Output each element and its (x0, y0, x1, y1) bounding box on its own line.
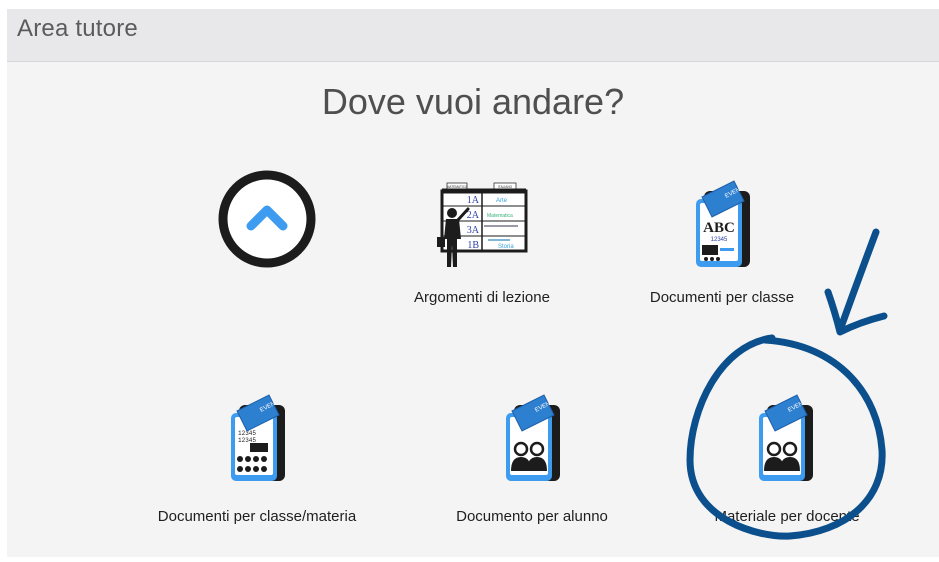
board-row-3: 3A (467, 225, 480, 236)
tile-back-up[interactable] (212, 164, 322, 274)
card-numbers: 12345 (711, 237, 728, 243)
card-numbers-2: 12345 (238, 437, 256, 444)
app-frame: Area tutore Dove vuoi andare? MATEMATICA… (7, 9, 939, 557)
class-documents-icon: ABC 12345 EVEN (696, 180, 750, 267)
top-bar: Area tutore (7, 9, 939, 62)
board-subject-2: Matematica (487, 213, 513, 219)
tile-label: Documenti per classe (649, 289, 795, 306)
tile-documento-per-alunno[interactable]: EVEN Documento per alunno (447, 391, 617, 526)
tile-label: Argomenti di lezione (414, 289, 550, 306)
tile-label: Materiale per docente (714, 508, 860, 525)
page-title: Area tutore (17, 15, 138, 42)
tile-label: Documenti per classe/materia (157, 508, 357, 525)
tile-documenti-per-classe[interactable]: ABC 12345 EVEN Documenti per classe (647, 177, 797, 307)
tile-materiale-per-docente[interactable]: EVEN Materiale per docente (702, 391, 872, 526)
tile-argomenti-di-lezione[interactable]: MATEMATICA ITALIANO 1A 2A 3A 1B Arte Mat… (402, 177, 562, 307)
main-heading: Dove vuoi andare? (321, 81, 625, 122)
board-header-1: MATEMATICA (447, 185, 468, 189)
teacher-board-icon: MATEMATICA ITALIANO 1A 2A 3A 1B Arte Mat… (437, 182, 528, 267)
chevron-up-circle-icon (218, 170, 316, 268)
board-subject-1: Arte (496, 198, 508, 204)
tile-label: Documento per alunno (456, 508, 608, 525)
class-subject-documents-icon: 12345 12345 EVEN (231, 394, 285, 481)
teacher-material-icon: EVEN (759, 394, 813, 481)
board-row-1: 1A (467, 195, 480, 206)
student-document-icon: EVEN (506, 394, 560, 481)
board-header-2: ITALIANO (498, 185, 513, 189)
tile-documenti-per-classe-materia[interactable]: 12345 12345 EVEN Documenti per classe/ma… (147, 391, 367, 526)
board-subject-3: Storia (498, 244, 514, 250)
board-row-4: 1B (467, 240, 479, 251)
board-row-2: 2A (467, 210, 480, 221)
card-letters: ABC (703, 220, 735, 236)
